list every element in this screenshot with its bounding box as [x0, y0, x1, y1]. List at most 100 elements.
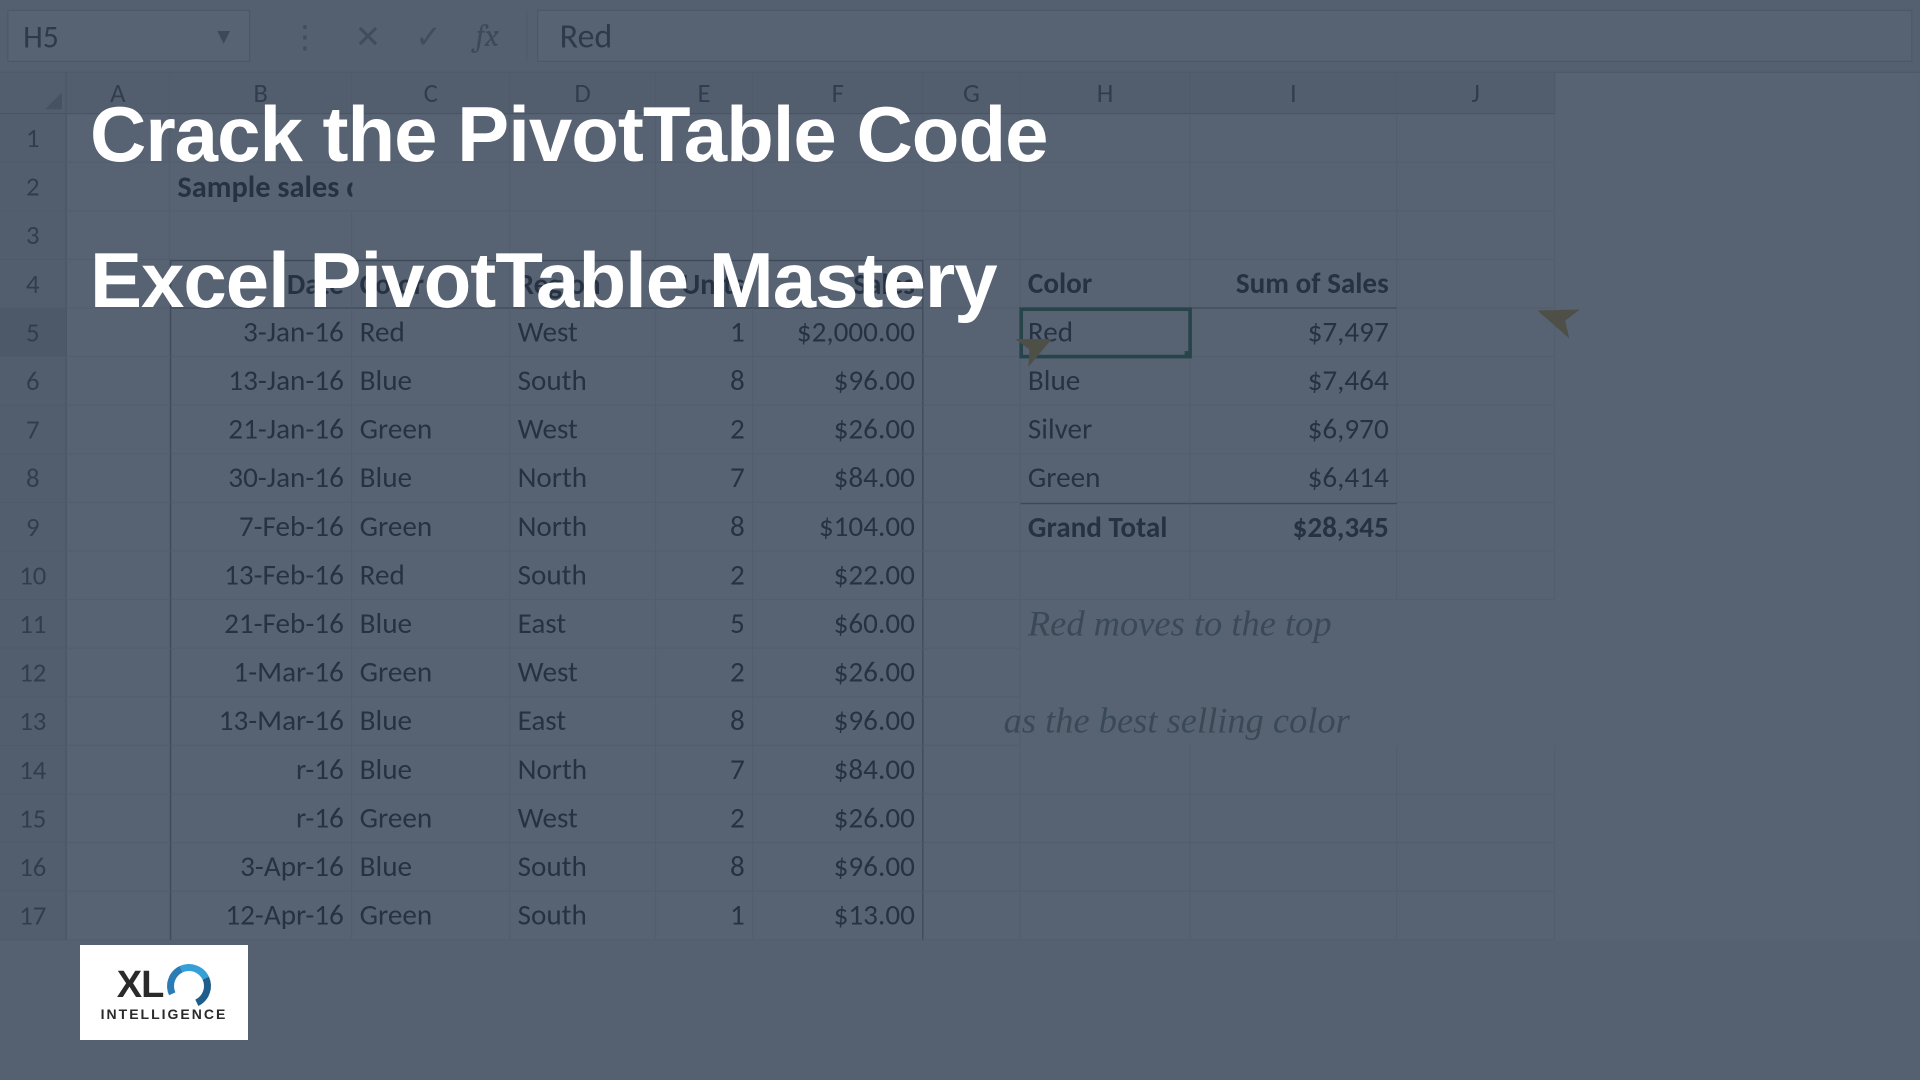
cell[interactable]: 13-Jan-16 — [170, 357, 352, 406]
cell[interactable]: Blue — [352, 843, 510, 892]
row-header[interactable]: 13 — [0, 697, 67, 746]
row-header[interactable]: 17 — [0, 892, 67, 941]
cell[interactable] — [1397, 600, 1555, 649]
cell[interactable]: Green — [352, 795, 510, 844]
cell[interactable] — [1166, 697, 1373, 746]
row-header[interactable]: 16 — [0, 843, 67, 892]
cell[interactable] — [1397, 503, 1555, 552]
cell[interactable] — [1191, 795, 1398, 844]
cell[interactable]: 21-Feb-16 — [170, 600, 352, 649]
cell[interactable]: Blue — [352, 357, 510, 406]
cell[interactable] — [1191, 746, 1398, 795]
cell[interactable]: $84.00 — [753, 454, 923, 503]
cell[interactable]: $96.00 — [753, 843, 923, 892]
cell[interactable]: 2 — [656, 552, 753, 601]
cell[interactable] — [1397, 163, 1555, 212]
cell[interactable] — [923, 746, 1020, 795]
pivot-total-value[interactable]: $28,345 — [1191, 503, 1398, 552]
cell[interactable]: 13-Mar-16 — [170, 697, 352, 746]
row-header[interactable]: 14 — [0, 746, 67, 795]
cell[interactable]: West — [510, 406, 656, 455]
cell[interactable]: 7 — [656, 746, 753, 795]
cell[interactable] — [67, 503, 170, 552]
cell[interactable]: $13.00 — [753, 892, 923, 941]
cell[interactable] — [923, 600, 1020, 649]
cell[interactable]: East — [510, 600, 656, 649]
cell[interactable] — [923, 795, 1020, 844]
cell[interactable]: $6,970 — [1191, 406, 1398, 455]
cell[interactable] — [1397, 211, 1555, 260]
cell[interactable]: Blue — [352, 600, 510, 649]
row-header[interactable]: 2 — [0, 163, 67, 212]
cell[interactable]: r-16 — [170, 795, 352, 844]
formula-input[interactable]: Red — [537, 10, 1913, 62]
cell[interactable]: 12-Apr-16 — [170, 892, 352, 941]
row-header[interactable]: 8 — [0, 454, 67, 503]
cell[interactable]: North — [510, 454, 656, 503]
cell[interactable] — [67, 892, 170, 941]
cell[interactable] — [67, 454, 170, 503]
cell[interactable] — [67, 795, 170, 844]
cell[interactable] — [1191, 892, 1398, 941]
row-header[interactable]: 5 — [0, 309, 67, 358]
cell[interactable] — [1021, 552, 1191, 601]
cell[interactable] — [1191, 843, 1398, 892]
cell[interactable] — [67, 697, 170, 746]
cell[interactable]: 8 — [656, 503, 753, 552]
cell[interactable] — [923, 406, 1020, 455]
cell[interactable]: 2 — [656, 406, 753, 455]
cell[interactable]: Red — [352, 552, 510, 601]
cell[interactable]: 30-Jan-16 — [170, 454, 352, 503]
cell[interactable]: 8 — [656, 697, 753, 746]
cell[interactable]: 7 — [656, 454, 753, 503]
cell[interactable] — [1397, 795, 1555, 844]
cell[interactable]: $7,497 — [1191, 309, 1398, 358]
row-header[interactable]: 3 — [0, 211, 67, 260]
cell[interactable] — [67, 843, 170, 892]
cell[interactable] — [67, 552, 170, 601]
cell[interactable] — [1021, 892, 1191, 941]
select-all-corner[interactable] — [0, 73, 67, 114]
cell[interactable]: 21-Jan-16 — [170, 406, 352, 455]
cell[interactable] — [1191, 649, 1398, 698]
cell[interactable] — [1397, 454, 1555, 503]
cell[interactable] — [1397, 357, 1555, 406]
cell[interactable]: $96.00 — [753, 697, 923, 746]
cell[interactable] — [1021, 843, 1191, 892]
cell[interactable] — [923, 454, 1020, 503]
cell[interactable]: 1-Mar-16 — [170, 649, 352, 698]
cell[interactable] — [1191, 114, 1398, 163]
cell[interactable]: 8 — [656, 357, 753, 406]
cell[interactable]: $26.00 — [753, 795, 923, 844]
cell[interactable]: West — [510, 649, 656, 698]
cell[interactable] — [1191, 211, 1398, 260]
column-header[interactable]: J — [1397, 73, 1555, 114]
cell[interactable] — [1397, 649, 1555, 698]
row-header[interactable]: 1 — [0, 114, 67, 163]
cell[interactable] — [67, 357, 170, 406]
cell[interactable]: $60.00 — [753, 600, 923, 649]
cell[interactable]: $84.00 — [753, 746, 923, 795]
row-header[interactable]: 11 — [0, 600, 67, 649]
cell[interactable] — [1021, 746, 1191, 795]
cell[interactable]: Green — [1021, 454, 1191, 503]
cell[interactable] — [67, 649, 170, 698]
cell[interactable] — [923, 892, 1020, 941]
cell[interactable]: Green — [352, 649, 510, 698]
cell[interactable] — [923, 843, 1020, 892]
cell[interactable]: Green — [352, 892, 510, 941]
cell[interactable]: $26.00 — [753, 649, 923, 698]
fx-icon[interactable]: fx — [476, 18, 499, 54]
cell[interactable]: North — [510, 746, 656, 795]
cell[interactable] — [1373, 697, 1531, 746]
cell[interactable] — [923, 357, 1020, 406]
cell[interactable]: Green — [352, 406, 510, 455]
cell[interactable]: $22.00 — [753, 552, 923, 601]
cell[interactable]: $7,464 — [1191, 357, 1398, 406]
cell[interactable]: r-16 — [170, 746, 352, 795]
cell[interactable] — [923, 649, 1020, 698]
cell[interactable]: East — [510, 697, 656, 746]
more-icon[interactable]: ⋮ — [289, 16, 321, 55]
cell[interactable]: 1 — [656, 892, 753, 941]
enter-icon[interactable]: ✓ — [415, 16, 441, 55]
